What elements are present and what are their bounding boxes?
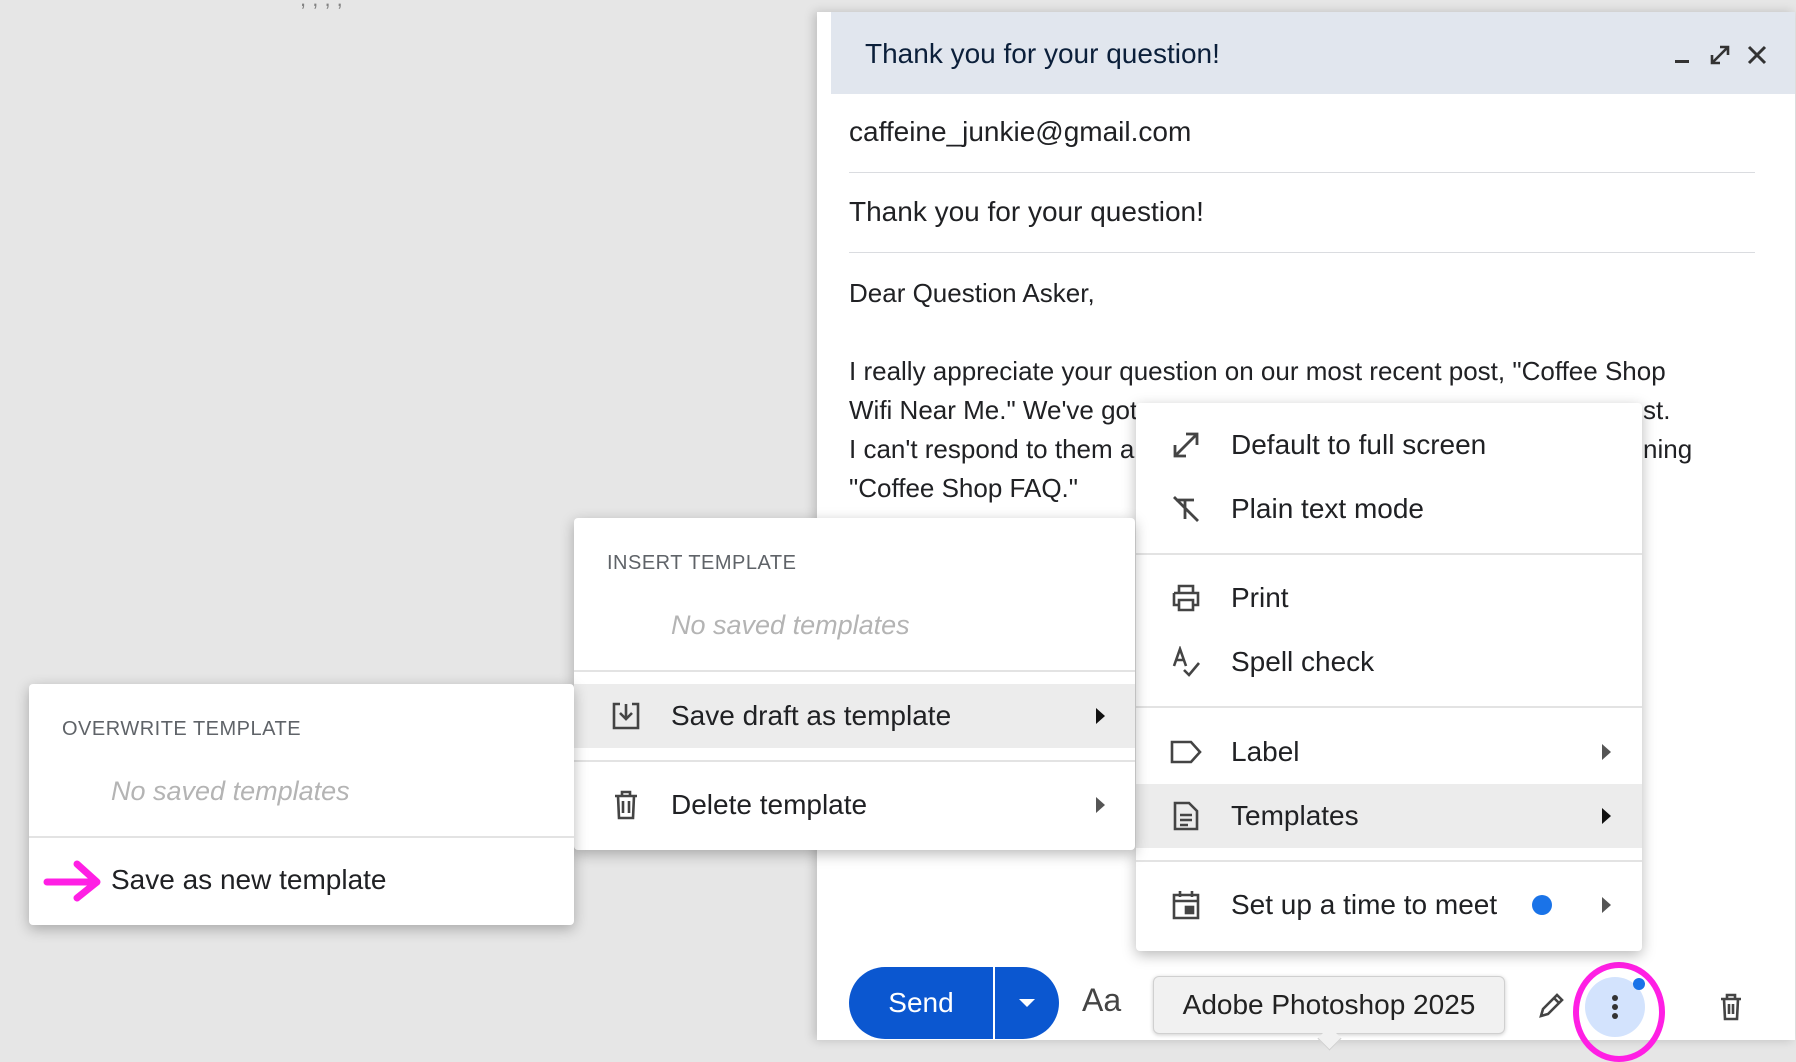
body-line: ning [1643, 434, 1693, 464]
body-line: Dear Question Asker, [849, 278, 1095, 308]
fullscreen-icon [1168, 427, 1204, 463]
trash-icon [608, 787, 644, 823]
menu-item-label: Label [1231, 736, 1300, 767]
send-button[interactable]: Send [849, 967, 993, 1039]
overwrite-template-submenu: OVERWRITE TEMPLATE No saved templates Sa… [29, 684, 574, 925]
menu-item-save-as-new-template[interactable]: Save as new template [29, 848, 574, 912]
label-icon [1168, 734, 1204, 770]
menu-item-label: Save draft as template [671, 700, 952, 731]
menu-item-label-submenu[interactable]: Label [1136, 720, 1642, 784]
menu-item-default-full-screen[interactable]: Default to full screen [1136, 413, 1642, 477]
menu-item-spell-check[interactable]: Spell check [1136, 630, 1642, 694]
highlight-circle-annotation [1573, 962, 1665, 1062]
signature-pen-icon[interactable] [1531, 986, 1571, 1026]
menu-item-label: Save as new template [111, 864, 387, 895]
schedule-send-dropdown[interactable] [995, 967, 1059, 1039]
body-line: st. [1643, 395, 1671, 425]
menu-separator [574, 670, 1135, 672]
pop-out-icon[interactable] [1705, 40, 1735, 70]
submenu-arrow-icon [1096, 708, 1105, 724]
menu-item-plain-text-mode[interactable]: Plain text mode [1136, 477, 1642, 541]
menu-item-label: Plain text mode [1231, 493, 1424, 524]
menu-item-templates[interactable]: Templates [1136, 784, 1642, 848]
templates-icon [1168, 798, 1204, 834]
body-line: "Coffee Shop FAQ." [849, 473, 1078, 503]
body-line: Wifi Near Me." We've got [849, 395, 1138, 425]
overwrite-template-empty: No saved templates [111, 776, 350, 806]
menu-item-delete-template[interactable]: Delete template [574, 773, 1135, 837]
body-line: I really appreciate your question on our… [849, 356, 1666, 386]
save-template-icon [608, 698, 644, 734]
menu-separator [574, 760, 1135, 762]
menu-separator [29, 836, 574, 838]
background-text: , , , , [300, 0, 343, 12]
minimize-icon[interactable] [1667, 40, 1697, 70]
submenu-arrow-icon [1602, 808, 1611, 824]
menu-item-label: Default to full screen [1231, 429, 1487, 460]
menu-item-label: Set up a time to meet [1231, 889, 1498, 920]
close-icon[interactable] [1742, 40, 1772, 70]
trash-icon[interactable] [1711, 987, 1751, 1027]
divider [849, 172, 1755, 173]
overwrite-template-heading: OVERWRITE TEMPLATE [62, 718, 302, 740]
background-strip: , , , , [0, 0, 830, 14]
menu-item-label: Spell check [1231, 646, 1375, 677]
menu-separator [1136, 860, 1642, 862]
submenu-arrow-icon [1096, 797, 1105, 813]
menu-item-save-draft-as-template[interactable]: Save draft as template [574, 684, 1135, 748]
insert-template-heading: INSERT TEMPLATE [607, 552, 797, 574]
formatting-options-button[interactable]: Aa [1082, 982, 1121, 1019]
spell-check-icon [1168, 644, 1204, 680]
submenu-arrow-icon [1602, 897, 1611, 913]
divider [849, 252, 1755, 253]
menu-item-set-up-meeting[interactable]: Set up a time to meet [1136, 873, 1642, 937]
subject-field[interactable]: Thank you for your question! [849, 196, 1204, 228]
menu-item-label: Print [1231, 582, 1289, 613]
to-field[interactable]: caffeine_junkie@gmail.com [849, 116, 1191, 148]
compose-title: Thank you for your question! [865, 38, 1220, 69]
submenu-arrow-icon [1602, 744, 1611, 760]
plain-text-icon [1168, 491, 1204, 527]
arrow-annotation-icon [41, 860, 103, 902]
more-options-menu: Default to full screen Plain text mode P… [1136, 403, 1642, 951]
menu-item-label: Templates [1231, 800, 1359, 831]
insert-template-empty: No saved templates [671, 610, 910, 640]
templates-submenu: INSERT TEMPLATE No saved templates Save … [574, 518, 1135, 850]
menu-item-print[interactable]: Print [1136, 566, 1642, 630]
body-line: I can't respond to them a [849, 434, 1135, 464]
print-icon [1168, 580, 1204, 616]
menu-separator [1136, 553, 1642, 555]
new-feature-dot [1532, 895, 1552, 915]
menu-separator [1136, 706, 1642, 708]
menu-item-label: Delete template [671, 789, 868, 820]
compose-header: Thank you for your question! [831, 12, 1795, 94]
calendar-icon [1168, 887, 1204, 923]
